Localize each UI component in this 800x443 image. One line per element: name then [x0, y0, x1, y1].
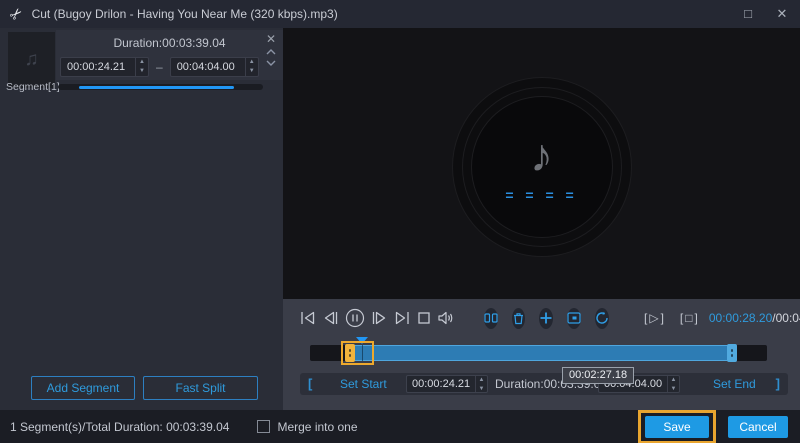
- play-glyph: ▷: [649, 311, 659, 325]
- spin-down-icon[interactable]: ▼: [668, 385, 679, 394]
- spin-up-icon[interactable]: ▲: [246, 58, 258, 67]
- end-bracket: ]: [775, 376, 780, 391]
- spin-up-icon[interactable]: ▲: [668, 376, 679, 385]
- save-highlight: Save: [638, 409, 716, 443]
- vinyl-disc: ♪ = = = =: [451, 76, 632, 257]
- spin-down-icon[interactable]: ▼: [246, 67, 258, 76]
- window-title: Cut (Bugoy Drilon - Having You Near Me (…: [31, 7, 338, 21]
- segment-end-stepper: ▲ ▼: [244, 58, 258, 76]
- merge-checkbox[interactable]: [257, 420, 271, 433]
- add-icon[interactable]: [539, 307, 553, 329]
- vinyl-ring: ♪ = = = =: [461, 86, 622, 247]
- close-button[interactable]: ✕: [774, 6, 790, 22]
- step-back-icon[interactable]: [322, 306, 339, 330]
- bracket-glyph: ]: [660, 311, 664, 325]
- player-panel: ♪ = = = = [▷] [□] 00:00:28.20/00:0 […: [283, 28, 800, 410]
- trim-start-input[interactable]: 00:00:24.21 ▲ ▼: [406, 375, 488, 393]
- add-segment-button[interactable]: Add Segment: [31, 376, 135, 400]
- timeline-selection[interactable]: [348, 345, 736, 361]
- segment-card: Duration:00:03:39.04 00:00:24.21 ▲ ▼ – 0…: [56, 30, 283, 80]
- bracket-glyph: ]: [694, 311, 698, 325]
- segment-end-input[interactable]: 00:04:04.00 ▲ ▼: [169, 57, 259, 77]
- bracket-glyph: [: [679, 311, 684, 325]
- spin-up-icon[interactable]: ▲: [476, 376, 487, 385]
- time-display: 00:00:28.20/00:04:32.08: [709, 311, 800, 325]
- trim-start-stepper: ▲ ▼: [475, 376, 487, 392]
- player-controls: [▷] [□] 00:00:28.20/00:04:32.08: [283, 299, 800, 410]
- trim-start-value[interactable]: 00:00:24.21: [407, 376, 475, 392]
- segment-mini-selection: [78, 85, 235, 89]
- end-handle[interactable]: [727, 344, 737, 362]
- skip-end-icon[interactable]: [394, 306, 411, 330]
- spin-up-icon[interactable]: ▲: [136, 58, 148, 67]
- fast-split-button[interactable]: Fast Split: [143, 376, 258, 400]
- segments-summary: 1 Segment(s)/Total Duration: 00:03:39.04: [10, 419, 230, 434]
- step-forward-icon[interactable]: [371, 306, 388, 330]
- trim-end-stepper: ▲ ▼: [667, 376, 679, 392]
- spin-down-icon[interactable]: ▼: [476, 385, 487, 394]
- transport-row: [▷] [□] 00:00:28.20/00:04:32.08: [299, 299, 800, 337]
- music-note-icon: ♫: [24, 49, 39, 70]
- skip-start-icon[interactable]: [299, 306, 316, 330]
- preview-play-icon[interactable]: [▷]: [644, 311, 664, 325]
- playhead-line: [361, 345, 363, 361]
- timeline-track[interactable]: [310, 337, 767, 365]
- spin-down-icon[interactable]: ▼: [136, 67, 148, 76]
- vinyl-inner-disc: ♪ = = = =: [470, 95, 613, 238]
- chevron-down-icon[interactable]: [265, 59, 277, 67]
- segment-start-stepper: ▲ ▼: [135, 58, 148, 76]
- merge-option: Merge into one: [257, 419, 358, 434]
- audio-preview-area: ♪ = = = =: [283, 28, 800, 299]
- duration-tooltip: 00:02:27.18: [562, 367, 635, 384]
- set-end-button[interactable]: Set End: [713, 377, 756, 391]
- trim-bar: [ Set Start 00:00:24.21 ▲ ▼ Duration:00:…: [300, 367, 788, 395]
- reset-icon[interactable]: [595, 307, 609, 329]
- cut-dialog-window: ✂ Cut (Bugoy Drilon - Having You Near Me…: [0, 0, 800, 443]
- cancel-button[interactable]: Cancel: [728, 415, 788, 438]
- range-dash: –: [156, 60, 163, 74]
- music-note-icon: ♪: [530, 128, 553, 181]
- segment-start-value[interactable]: 00:00:24.21: [61, 58, 135, 76]
- segment-end-value[interactable]: 00:04:04.00: [171, 58, 245, 76]
- bracket-glyph: [: [644, 311, 648, 325]
- segment-mini-timeline[interactable]: [58, 84, 263, 90]
- segment-panel: ♫ Duration:00:03:39.04 00:00:24.21 ▲ ▼ –…: [0, 28, 283, 410]
- total-time: /00:04:32.08: [772, 311, 800, 325]
- merge-label: Merge into one: [277, 419, 358, 434]
- chevron-up-icon[interactable]: [265, 48, 277, 56]
- pause-icon[interactable]: [345, 306, 365, 330]
- delete-icon[interactable]: [512, 307, 525, 329]
- preview-stop-icon[interactable]: [□]: [680, 311, 698, 325]
- segment-name-label: Segment[1]: [6, 81, 60, 93]
- scissors-icon: ✂: [6, 3, 28, 25]
- current-time: 00:00:28.20: [708, 311, 773, 325]
- start-handle[interactable]: [345, 344, 355, 362]
- delete-segment-icon[interactable]: ✕: [266, 33, 276, 45]
- segment-duration-label: Duration:00:03:39.04: [113, 36, 226, 50]
- set-start-button[interactable]: Set Start: [340, 377, 387, 391]
- stop-icon[interactable]: [417, 306, 431, 330]
- title-bar: ✂ Cut (Bugoy Drilon - Having You Near Me…: [0, 0, 800, 28]
- volume-icon[interactable]: [437, 306, 454, 330]
- footer-bar: 1 Segment(s)/Total Duration: 00:03:39.04…: [0, 409, 800, 443]
- equalizer-icon: = = = =: [505, 186, 578, 203]
- stop-glyph: □: [685, 311, 693, 325]
- start-bracket: [: [308, 376, 313, 391]
- split-icon[interactable]: [484, 307, 498, 329]
- save-button[interactable]: Save: [645, 415, 709, 438]
- crop-icon[interactable]: [567, 307, 581, 329]
- segment-start-input[interactable]: 00:00:24.21 ▲ ▼: [60, 57, 149, 77]
- maximize-button[interactable]: □: [740, 6, 756, 22]
- playhead-marker[interactable]: [356, 337, 368, 344]
